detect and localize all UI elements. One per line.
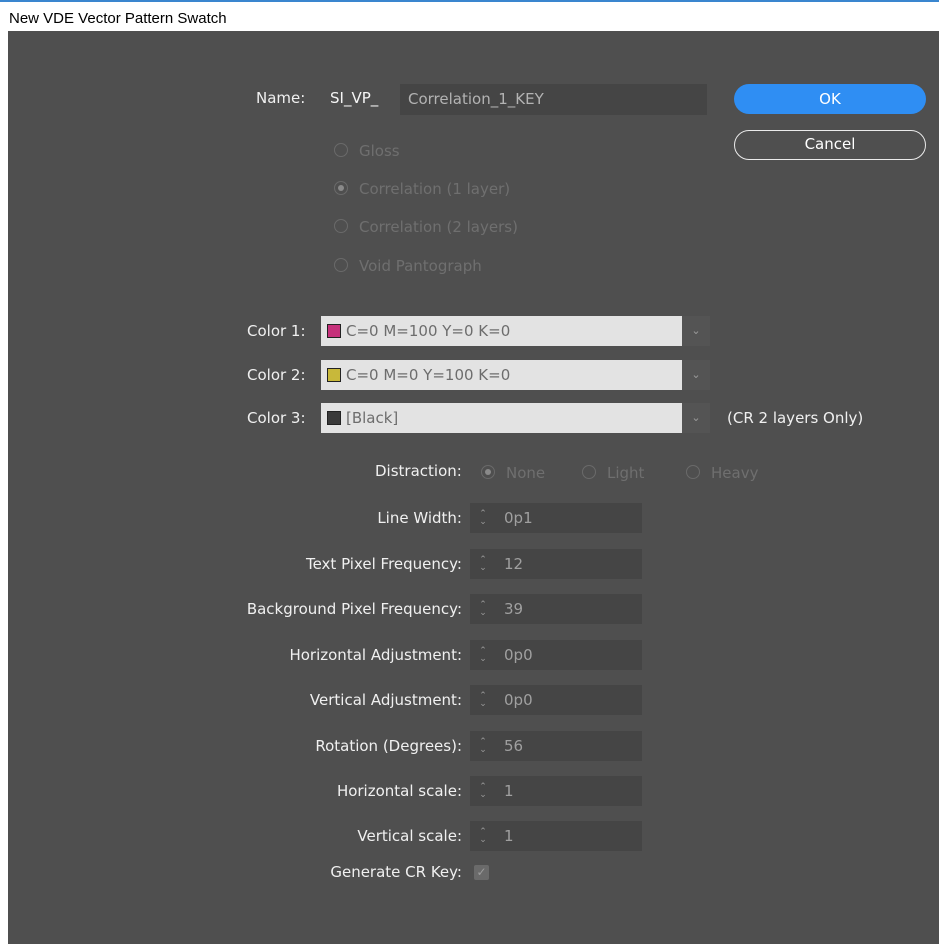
color2-select[interactable]: C=0 M=0 Y=100 K=0 ⌄ — [321, 360, 710, 390]
color3-swatch — [327, 411, 341, 425]
radio-correlation-1-circle — [334, 181, 348, 195]
background-pixel-frequency-label: Background Pixel Frequency: — [246, 600, 462, 618]
generate-cr-key-label: Generate CR Key: — [330, 863, 462, 881]
color1-swatch — [327, 324, 341, 338]
title-bar: New VDE Vector Pattern Swatch — [0, 2, 939, 30]
rotation-label: Rotation (Degrees): — [315, 737, 462, 755]
color1-label: Color 1: — [247, 322, 306, 340]
radio-correlation-2-circle — [334, 219, 348, 233]
color2-label: Color 2: — [247, 366, 306, 384]
vertical-scale-label: Vertical scale: — [357, 827, 462, 845]
horizontal-adjustment-field[interactable]: ⌃ ⌄ 0p0 — [470, 640, 642, 670]
horizontal-scale-value: 1 — [504, 782, 514, 800]
rotation-field[interactable]: ⌃ ⌄ 56 — [470, 731, 642, 761]
up-down-arrows-icon[interactable]: ⌃ ⌄ — [476, 776, 490, 806]
distraction-label: Distraction: — [375, 462, 462, 480]
dialog-panel: Name: SI_VP_ Correlation_1_KEY OK Cancel… — [8, 31, 939, 944]
distraction-light-circle — [582, 465, 596, 479]
background-pixel-frequency-field[interactable]: ⌃ ⌄ 39 — [470, 594, 642, 624]
ok-button[interactable]: OK — [734, 84, 926, 114]
distraction-heavy-circle — [686, 465, 700, 479]
color1-select[interactable]: C=0 M=100 Y=0 K=0 ⌄ — [321, 316, 710, 346]
name-prefix: SI_VP_ — [330, 89, 379, 107]
up-down-arrows-icon[interactable]: ⌃ ⌄ — [476, 685, 490, 715]
color1-value: C=0 M=100 Y=0 K=0 — [346, 322, 511, 340]
color3-label: Color 3: — [247, 409, 306, 427]
distraction-heavy-label: Heavy — [711, 464, 759, 482]
radio-gloss-label: Gloss — [359, 142, 400, 160]
radio-void-pantograph-label: Void Pantograph — [359, 257, 482, 275]
up-down-arrows-icon[interactable]: ⌃ ⌄ — [476, 594, 490, 624]
text-pixel-frequency-field[interactable]: ⌃ ⌄ 12 — [470, 549, 642, 579]
checkmark-icon: ✓ — [476, 865, 487, 879]
radio-gloss-circle — [334, 143, 348, 157]
generate-cr-key-checkbox[interactable]: ✓ — [474, 865, 489, 880]
name-input-value: Correlation_1_KEY — [408, 90, 544, 108]
color2-value: C=0 M=0 Y=100 K=0 — [346, 366, 511, 384]
up-down-arrows-icon[interactable]: ⌃ ⌄ — [476, 549, 490, 579]
up-down-arrows-icon[interactable]: ⌃ ⌄ — [476, 821, 490, 851]
radio-correlation-1-label: Correlation (1 layer) — [359, 180, 511, 198]
horizontal-scale-label: Horizontal scale: — [336, 782, 462, 800]
radio-correlation-2-label: Correlation (2 layers) — [359, 218, 518, 236]
vertical-adjustment-value: 0p0 — [504, 691, 533, 709]
text-pixel-frequency-label: Text Pixel Frequency: — [305, 555, 462, 573]
window-title: New VDE Vector Pattern Swatch — [9, 10, 227, 27]
name-input[interactable]: Correlation_1_KEY — [400, 84, 707, 115]
vertical-scale-field[interactable]: ⌃ ⌄ 1 — [470, 821, 642, 851]
horizontal-scale-field[interactable]: ⌃ ⌄ 1 — [470, 776, 642, 806]
line-width-field[interactable]: ⌃ ⌄ 0p1 — [470, 503, 642, 533]
up-down-arrows-icon[interactable]: ⌃ ⌄ — [476, 503, 490, 533]
text-pixel-frequency-value: 12 — [504, 555, 524, 573]
horizontal-adjustment-value: 0p0 — [504, 646, 533, 664]
color3-select[interactable]: [Black] ⌄ — [321, 403, 710, 433]
distraction-light-label: Light — [607, 464, 645, 482]
radio-void-pantograph-circle — [334, 258, 348, 272]
distraction-none-circle — [481, 465, 495, 479]
color3-value: [Black] — [346, 409, 399, 427]
distraction-none-label: None — [506, 464, 546, 482]
chevron-down-icon[interactable]: ⌄ — [682, 360, 710, 390]
rotation-value: 56 — [504, 737, 524, 755]
up-down-arrows-icon[interactable]: ⌃ ⌄ — [476, 731, 490, 761]
horizontal-adjustment-label: Horizontal Adjustment: — [289, 646, 462, 664]
cancel-button[interactable]: Cancel — [734, 130, 926, 160]
line-width-label: Line Width: — [377, 509, 462, 527]
color3-note: (CR 2 layers Only) — [727, 409, 864, 427]
line-width-value: 0p1 — [504, 509, 533, 527]
name-label: Name: — [256, 89, 306, 107]
vertical-scale-value: 1 — [504, 827, 514, 845]
up-down-arrows-icon[interactable]: ⌃ ⌄ — [476, 640, 490, 670]
chevron-down-icon[interactable]: ⌄ — [682, 403, 710, 433]
vertical-adjustment-label: Vertical Adjustment: — [309, 691, 462, 709]
color2-swatch — [327, 368, 341, 382]
background-pixel-frequency-value: 39 — [504, 600, 524, 618]
chevron-down-icon[interactable]: ⌄ — [682, 316, 710, 346]
vertical-adjustment-field[interactable]: ⌃ ⌄ 0p0 — [470, 685, 642, 715]
